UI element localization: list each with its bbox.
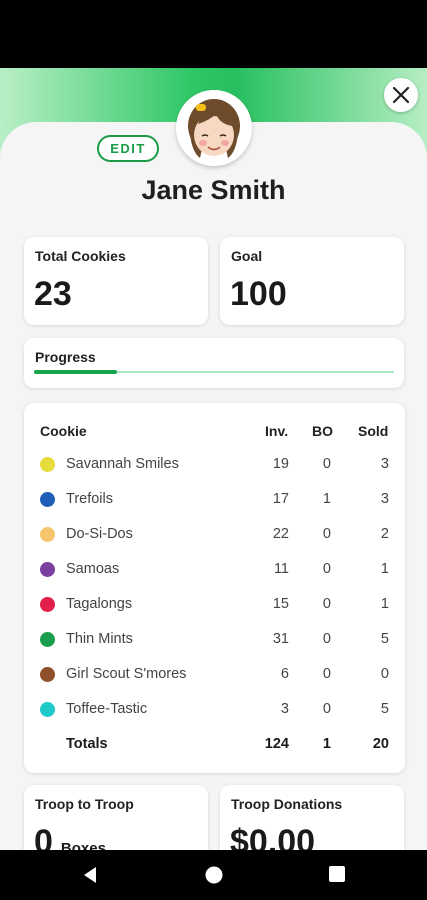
cookie-name: Tagalongs <box>66 596 133 612</box>
progress-label: Progress <box>35 349 96 365</box>
cookie-name: Thin Mints <box>66 631 133 647</box>
goal-label: Goal <box>231 248 263 264</box>
cookie-color-dot <box>40 457 55 472</box>
inv-value: 17 <box>272 491 289 507</box>
table-row[interactable]: Thin Mints 31 0 5 <box>24 621 405 656</box>
troop-to-troop-value: 0 Boxes <box>34 823 106 852</box>
sold-value: 1 <box>380 561 389 577</box>
totals-sold: 20 <box>372 736 389 752</box>
cookie-name: Samoas <box>66 561 120 577</box>
troop-donations-label: Troop Donations <box>231 796 343 812</box>
totals-bo: 1 <box>322 736 331 752</box>
sold-value: 0 <box>380 666 389 682</box>
avatar <box>176 90 252 166</box>
troop-to-troop-card: Troop to Troop 0 Boxes <box>24 785 208 852</box>
status-bar <box>0 0 427 68</box>
nav-back-button[interactable] <box>80 865 100 890</box>
cookie-name: Trefoils <box>66 491 113 507</box>
troop-donations-value: $0.00 <box>230 823 316 852</box>
bo-value: 0 <box>322 666 331 682</box>
progress-track <box>34 370 394 374</box>
cookie-name: Do-Si-Dos <box>66 526 133 542</box>
header-sold: Sold <box>358 423 389 439</box>
inv-value: 15 <box>272 596 289 612</box>
total-cookies-value: 23 <box>34 275 72 313</box>
sold-value: 5 <box>380 631 389 647</box>
header-bo: BO <box>312 423 333 439</box>
troop-to-troop-label: Troop to Troop <box>35 796 134 812</box>
inv-value: 31 <box>272 631 289 647</box>
troop-donations-card: Troop Donations $0.00 <box>220 785 404 852</box>
bo-value: 0 <box>322 631 331 647</box>
cookie-color-dot <box>40 632 55 647</box>
cookie-table-card: Cookie Inv. BO Sold Savannah Smiles 19 0… <box>24 403 405 773</box>
bo-value: 0 <box>322 526 331 542</box>
inv-value: 11 <box>273 561 289 577</box>
header-inv: Inv. <box>265 423 289 439</box>
cookie-color-dot <box>40 667 55 682</box>
close-icon <box>392 86 410 104</box>
cookie-color-dot <box>40 492 55 507</box>
progress-card: Progress <box>24 338 404 388</box>
sold-value: 3 <box>380 491 389 507</box>
cookie-color-dot <box>40 597 55 612</box>
table-row[interactable]: Do-Si-Dos 22 0 2 <box>24 516 405 551</box>
goal-value: 100 <box>230 275 287 313</box>
goal-card: Goal 100 <box>220 237 404 325</box>
table-row[interactable]: Toffee-Tastic 3 0 5 <box>24 691 405 726</box>
progress-fill <box>34 370 117 374</box>
header-cookie: Cookie <box>40 423 87 439</box>
cookie-name: Savannah Smiles <box>66 456 179 472</box>
edit-button[interactable]: EDIT <box>97 135 159 162</box>
sold-value: 2 <box>380 526 389 542</box>
totals-label: Totals <box>66 736 108 752</box>
sold-value: 1 <box>380 596 389 612</box>
table-row[interactable]: Trefoils 17 1 3 <box>24 481 405 516</box>
totals-row: Totals 124 1 20 <box>24 726 405 761</box>
troop-to-troop-count: 0 <box>34 823 53 852</box>
bo-value: 1 <box>322 491 331 507</box>
cookie-color-dot <box>40 527 55 542</box>
nav-recents-button[interactable] <box>328 865 346 888</box>
totals-inv: 124 <box>264 736 289 752</box>
bo-value: 0 <box>322 701 331 717</box>
bo-value: 0 <box>322 561 331 577</box>
sold-value: 5 <box>380 701 389 717</box>
table-row[interactable]: Tagalongs 15 0 1 <box>24 586 405 621</box>
cookie-name: Girl Scout S'mores <box>66 666 187 682</box>
inv-value: 19 <box>272 456 289 472</box>
girl-scout-avatar-icon <box>176 90 252 166</box>
inv-value: 6 <box>280 666 289 682</box>
profile-name: Jane Smith <box>141 175 286 205</box>
inv-value: 22 <box>272 526 289 542</box>
system-nav-bar <box>0 850 427 900</box>
sold-value: 3 <box>380 456 389 472</box>
total-cookies-label: Total Cookies <box>35 248 126 264</box>
nav-home-icon <box>205 866 223 884</box>
close-button[interactable] <box>384 78 418 112</box>
bo-value: 0 <box>322 456 331 472</box>
total-cookies-card: Total Cookies 23 <box>24 237 208 325</box>
cookie-color-dot <box>40 702 55 717</box>
nav-recents-icon <box>329 866 345 882</box>
nav-back-icon <box>84 867 96 883</box>
cookie-name: Toffee-Tastic <box>66 701 148 717</box>
inv-value: 3 <box>280 701 289 717</box>
profile-sheet: Total Cookies 23 Goal 100 Progress Cooki… <box>0 122 427 852</box>
table-row[interactable]: Savannah Smiles 19 0 3 <box>24 446 405 481</box>
cookie-color-dot <box>40 562 55 577</box>
table-row[interactable]: Girl Scout S'mores 6 0 0 <box>24 656 405 691</box>
bo-value: 0 <box>322 596 331 612</box>
nav-home-button[interactable] <box>204 865 224 890</box>
table-row[interactable]: Samoas 11 0 1 <box>24 551 405 586</box>
